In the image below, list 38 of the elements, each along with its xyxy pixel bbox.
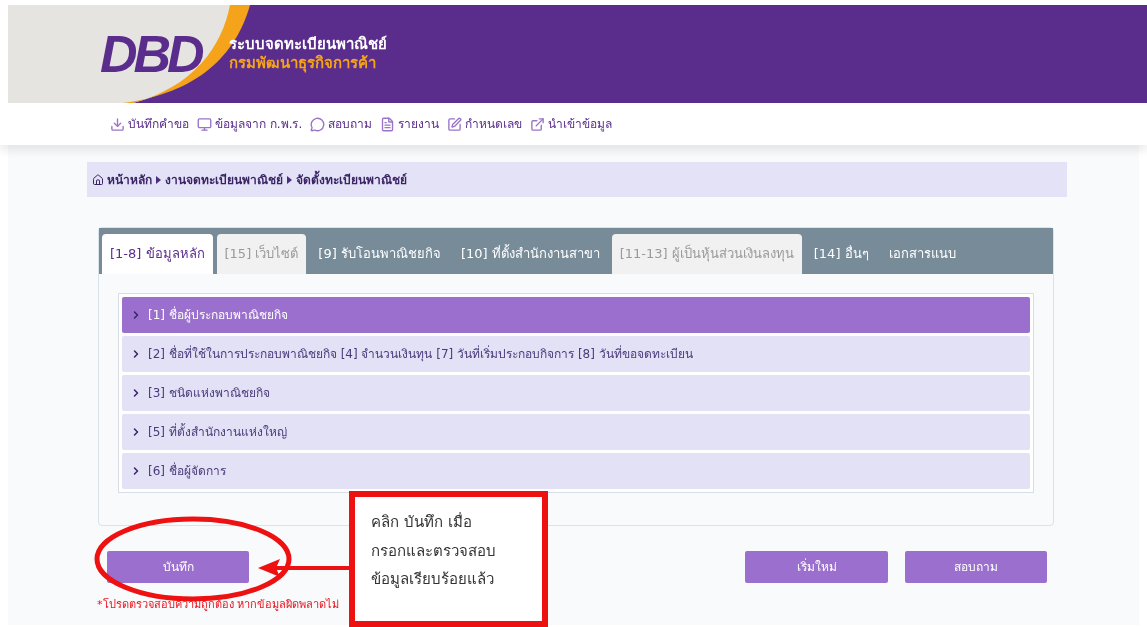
accordion-header[interactable]: [2] ชื่อที่ใช้ในการประกอบพาณิชยกิจ [4] จำนวนเงินทุน [7] วันที่เริ่มประกอบกิจการ [8] วันที่ขอจดทะเบียน — [122, 336, 1030, 372]
inquire-button[interactable]: สอบถาม — [905, 551, 1047, 583]
accordion-header[interactable]: [3] ชนิดแห่งพาณิชยกิจ — [122, 375, 1030, 411]
tab[interactable]: [1-8] ข้อมูลหลัก — [102, 234, 213, 274]
logo: DBD — [100, 24, 201, 85]
download-icon — [110, 116, 125, 132]
accordion-header[interactable]: [1] ชื่อผู้ประกอบพาณิชยกิจ — [122, 297, 1030, 333]
caret-icon — [287, 175, 292, 184]
monitor-icon — [197, 116, 212, 132]
edit-icon — [447, 116, 463, 132]
site-subtitle: กรมพัฒนาธุรกิจการค้า — [228, 54, 377, 73]
document-icon — [380, 116, 396, 132]
export-icon — [530, 116, 546, 132]
accordion-header[interactable]: [6] ชื่อผู้จัดการ — [122, 453, 1030, 489]
breadcrumb-link[interactable]: งานจดทะเบียนพาณิชย์ — [165, 170, 283, 189]
reset-button[interactable]: เริ่มใหม่ — [745, 551, 888, 583]
accordion-header[interactable]: [5] ที่ตั้งสำนักงานแห่งใหญ่ — [122, 414, 1030, 450]
callout-text: กรอกและตรวจสอบ — [371, 540, 497, 562]
callout-text: คลิก บันทึก เมื่อ — [371, 511, 473, 533]
save-button[interactable]: บันทึก — [107, 551, 249, 583]
toolbar-link[interactable]: กำหนดเลข — [447, 115, 523, 133]
toolbar-link[interactable]: ข้อมูลจาก ก.พ.ร. — [197, 115, 303, 133]
home-icon — [92, 173, 104, 186]
warning-note: *โปรดตรวจสอบความถูกต้อง หากข้อมูลผิดพลาดไม่ — [97, 597, 340, 613]
breadcrumb-link[interactable]: จัดตั้งทะเบียนพาณิชย์ — [296, 170, 407, 189]
tab[interactable]: [9] รับโอนพาณิชยกิจ — [310, 234, 449, 274]
callout-text: ข้อมูลเรียบร้อยแล้ว — [371, 569, 495, 590]
tab[interactable]: เอกสารแนบ — [880, 234, 964, 274]
toolbar-link[interactable]: บันทึกคำขอ — [110, 115, 189, 133]
breadcrumb-link[interactable]: หน้าหลัก — [107, 170, 152, 189]
chat-bubble-icon — [310, 116, 326, 132]
toolbar-link[interactable]: สอบถาม — [310, 115, 373, 133]
caret-icon — [156, 175, 161, 184]
site-title: ระบบจดทะเบียนพาณิชย์ — [228, 35, 387, 54]
tab[interactable]: [10] ที่ตั้งสำนักงานสาขา — [452, 234, 608, 274]
tab[interactable]: [14] อื่นๆ — [805, 234, 877, 274]
toolbar-link[interactable]: นำเข้าข้อมูล — [530, 115, 613, 133]
toolbar-link[interactable]: รายงาน — [380, 115, 440, 133]
